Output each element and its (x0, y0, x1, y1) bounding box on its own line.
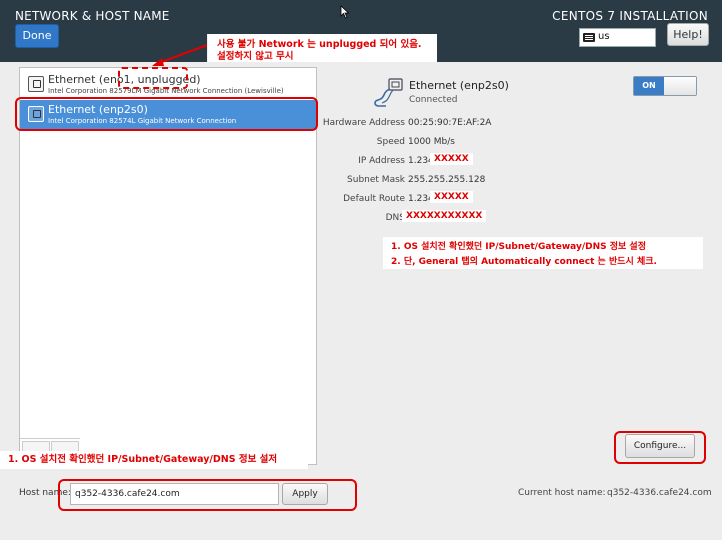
annotation-arrow-icon (152, 43, 211, 66)
detail-row-hardware-address: Hardware Address 00:25:90:7E:AF:2A (0, 118, 722, 132)
detail-key: IP Address (358, 156, 405, 166)
detail-key: Default Route (343, 194, 405, 204)
annotation-line: 설정하지 않고 무시 (217, 51, 294, 62)
detail-value: 1000 Mb/s (408, 137, 455, 147)
ethernet-cable-icon (374, 78, 403, 107)
ethernet-icon (28, 76, 44, 92)
detail-row-default-route: Default Route 1.234 XXXXX (0, 191, 722, 208)
detail-key: Speed (376, 137, 405, 147)
toggle-on-label: ON (634, 77, 664, 95)
help-button[interactable]: Help! (667, 23, 709, 46)
unplugged-highlight (118, 67, 188, 89)
current-hostname-label: Current host name: (518, 488, 606, 498)
annotation-line: 2. 단, General 탭의 Automatically connect 는… (391, 257, 657, 267)
redacted-ip-mask: XXXXX (430, 153, 473, 165)
detail-row-ip-address: IP Address 1.234 XXXXX (0, 153, 722, 170)
device-toggle-switch[interactable]: ON (633, 76, 697, 96)
detail-key: Subnet Mask (347, 175, 405, 185)
hostname-highlight (58, 479, 357, 511)
done-button[interactable]: Done (15, 24, 59, 48)
detail-row-dns: DNS XXXXXXXXXXX (0, 210, 722, 227)
installation-title: CENTOS 7 INSTALLATION (552, 9, 708, 23)
annotation-instructions: 1. OS 설치전 확인했던 IP/Subnet/Gateway/DNS 정보 … (383, 237, 703, 269)
configure-highlight (614, 431, 706, 464)
keyboard-layout-indicator[interactable]: us (579, 28, 656, 47)
keyboard-icon (583, 33, 595, 42)
device-status: Connected (409, 95, 458, 105)
redacted-route-mask: XXXXX (430, 191, 473, 203)
redacted-dns-mask: XXXXXXXXXXX (402, 210, 487, 222)
device-title: Ethernet (enp2s0) (409, 79, 509, 92)
detail-row-speed: Speed 1000 Mb/s (0, 137, 722, 151)
annotation-bottom-note: 1. OS 설치전 확인했던 IP/Subnet/Gateway/DNS 정보 … (0, 451, 308, 469)
mouse-cursor-icon (340, 5, 350, 19)
annotation-unplugged-note: 사용 불가 Network 는 unplugged 되어 있음. 설정하지 않고… (207, 34, 437, 62)
page-title: NETWORK & HOST NAME (15, 9, 170, 23)
detail-row-subnet-mask: Subnet Mask 255.255.255.128 (0, 175, 722, 189)
detail-value: 00:25:90:7E:AF:2A (408, 118, 492, 128)
detail-value: 255.255.255.128 (408, 175, 486, 185)
detail-key: Hardware Address (322, 118, 405, 128)
current-hostname-value: q352-4336.cafe24.com (607, 488, 712, 498)
toggle-knob (664, 77, 696, 95)
annotation-line: 1. OS 설치전 확인했던 IP/Subnet/Gateway/DNS 정보 … (391, 242, 646, 252)
keyboard-layout-label: us (598, 31, 610, 42)
